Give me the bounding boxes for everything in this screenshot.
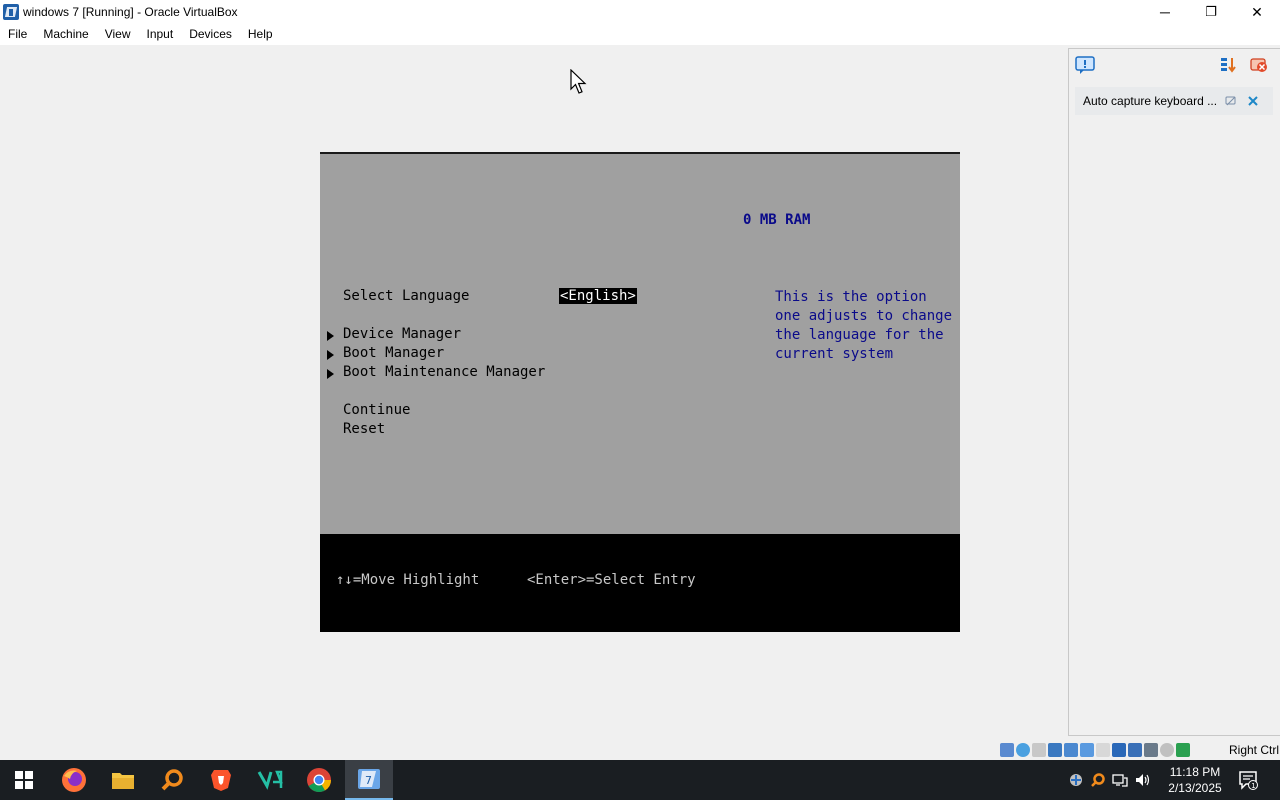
title-bar: windows 7 [Running] - Oracle VirtualBox … (0, 0, 1280, 24)
taskbar-vs-code[interactable] (246, 760, 294, 800)
panel-toolbar (1069, 49, 1280, 83)
select-entry-hint: <Enter>=Select Entry (527, 572, 696, 588)
language-selector[interactable]: <English> (559, 288, 637, 304)
menu-boot-manager[interactable]: Boot Manager (343, 345, 444, 361)
clear-all-icon[interactable] (1249, 56, 1269, 74)
clock[interactable]: 11:18 PM 2/13/2025 (1160, 764, 1230, 796)
shared-folders-icon[interactable] (1096, 743, 1110, 757)
taskbar-file-explorer[interactable] (99, 760, 147, 800)
bios-footer: ↑↓=Move Highlight <Enter>=Select Entry (320, 534, 960, 632)
svg-text:7: 7 (365, 774, 372, 787)
taskbar-firefox[interactable] (50, 760, 98, 800)
status-indicators (1000, 743, 1190, 757)
taskbar-chrome[interactable] (295, 760, 343, 800)
notification-center-icon[interactable] (1075, 56, 1095, 74)
notice-text: Auto capture keyboard ... (1083, 94, 1218, 108)
cpu-icon[interactable] (1144, 743, 1158, 757)
folder-icon (112, 773, 134, 789)
notice-close-icon[interactable] (1247, 96, 1259, 106)
firefox-icon (62, 768, 86, 792)
menu-device-manager[interactable]: Device Manager (343, 326, 461, 342)
windows-logo-icon (15, 771, 33, 789)
keyboard-capture-icon[interactable] (1176, 743, 1190, 757)
usb-icon[interactable] (1080, 743, 1094, 757)
notice-mute-icon[interactable] (1225, 96, 1237, 106)
minimize-button[interactable]: ─ (1142, 0, 1188, 24)
menu-reset[interactable]: Reset (343, 421, 385, 437)
submenu-arrow-icon (327, 331, 334, 341)
tray-search-icon[interactable] (1090, 772, 1106, 788)
menu-continue[interactable]: Continue (343, 402, 410, 418)
volume-icon[interactable] (1134, 772, 1152, 788)
close-button[interactable]: ✕ (1234, 0, 1280, 24)
vm-display-area[interactable]: 0 MB RAM Select Language <English> This … (0, 45, 1066, 742)
submenu-arrow-icon (327, 369, 334, 379)
clock-time: 11:18 PM (1169, 765, 1221, 779)
audio-icon[interactable] (1048, 743, 1062, 757)
chrome-icon (307, 768, 331, 793)
vm-status-bar: Right Ctrl (0, 742, 1280, 760)
optical-drive-icon[interactable] (1016, 743, 1030, 757)
floppy-icon[interactable] (1032, 743, 1046, 757)
menu-file[interactable]: File (0, 24, 35, 45)
mouse-cursor-icon (570, 69, 587, 94)
virtualbox-app-icon (3, 4, 19, 20)
clock-date: 2/13/2025 (1168, 781, 1222, 795)
window-title: windows 7 [Running] - Oracle VirtualBox (23, 5, 238, 19)
brave-icon (211, 770, 231, 791)
submenu-arrow-icon (327, 350, 334, 360)
taskbar-search-tool[interactable] (148, 760, 196, 800)
taskbar-brave[interactable] (197, 760, 245, 800)
tray-app-icon[interactable] (1068, 772, 1084, 788)
taskbar-virtualbox[interactable]: 7 (345, 760, 393, 800)
action-center-icon: 1 (1239, 771, 1258, 790)
help-line: the language for the (775, 327, 944, 343)
ram-info: 0 MB RAM (743, 212, 811, 228)
virtualbox-icon: 7 (358, 769, 380, 789)
guest-screen[interactable]: 0 MB RAM Select Language <English> This … (320, 152, 960, 632)
start-button[interactable] (0, 760, 48, 800)
mouse-integration-icon[interactable] (1160, 743, 1174, 757)
sort-icon[interactable] (1219, 56, 1239, 74)
help-line: one adjusts to change (775, 308, 953, 324)
taskbar: 7 11:18 PM 2/13/2025 1 (0, 760, 1280, 800)
menu-boot-maintenance-manager[interactable]: Boot Maintenance Manager (343, 364, 545, 380)
menu-bar: File Machine View Input Devices Help (0, 24, 1280, 45)
hard-disk-icon[interactable] (1000, 743, 1014, 757)
menu-help[interactable]: Help (240, 24, 281, 45)
menu-machine[interactable]: Machine (35, 24, 96, 45)
menu-input[interactable]: Input (139, 24, 182, 45)
action-center-button[interactable]: 1 (1238, 770, 1258, 790)
menu-devices[interactable]: Devices (181, 24, 240, 45)
notification-count: 1 (1251, 782, 1255, 790)
help-line: current system (775, 346, 894, 362)
window-controls: ─ ❐ ✕ (1142, 0, 1280, 24)
display-icon[interactable] (1112, 743, 1126, 757)
help-line: This is the option (775, 289, 927, 305)
restore-button[interactable]: ❐ (1188, 0, 1234, 24)
host-key-label[interactable]: Right Ctrl (1229, 743, 1279, 757)
network-icon[interactable] (1112, 772, 1128, 788)
menu-view[interactable]: View (97, 24, 139, 45)
network-icon[interactable] (1064, 743, 1078, 757)
move-highlight-hint: ↑↓=Move Highlight (336, 572, 480, 588)
select-language-label: Select Language (343, 288, 470, 304)
system-tray (1068, 760, 1152, 800)
auto-capture-notice[interactable]: Auto capture keyboard ... (1075, 87, 1273, 115)
help-text: This is the option one adjusts to change… (775, 288, 955, 364)
vs-code-icon (257, 770, 283, 790)
search-tool-icon (161, 769, 183, 791)
video-capture-icon[interactable] (1128, 743, 1142, 757)
notification-panel: Auto capture keyboard ... (1068, 48, 1280, 736)
